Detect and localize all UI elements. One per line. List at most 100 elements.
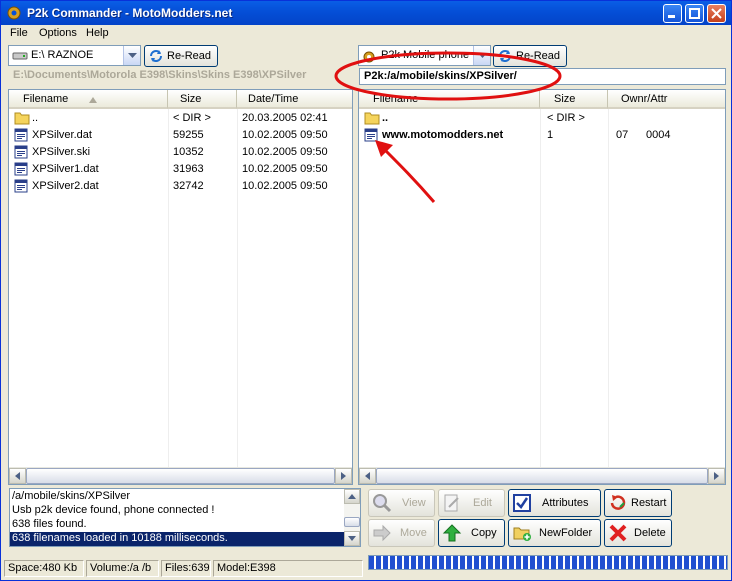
scroll-up-button[interactable] xyxy=(344,489,360,504)
log-line[interactable]: /a/mobile/skins/XPSilver xyxy=(12,490,130,504)
right-drive-value: P2k Mobile phone xyxy=(381,49,469,61)
right-col-owner-attr[interactable]: Ownr/Attr xyxy=(608,90,725,109)
left-file-list[interactable]: Filename Size Date/Time .. < DIR > 20.03.2… xyxy=(8,89,353,485)
log-vscrollbar[interactable] xyxy=(344,489,360,546)
right-col-size[interactable]: Size xyxy=(540,90,608,109)
file-icon xyxy=(14,179,28,193)
right-scroll-thumb[interactable] xyxy=(376,468,708,484)
menu-file[interactable]: File xyxy=(10,27,28,39)
chevron-up-icon xyxy=(348,494,356,499)
cell-datetime: 10.02.2005 09:50 xyxy=(242,146,328,158)
view-button[interactable]: View xyxy=(368,489,435,517)
scroll-down-button[interactable] xyxy=(344,531,360,546)
log-line[interactable]: Usb p2k device found, phone connected ! xyxy=(12,504,214,518)
scroll-left-button[interactable] xyxy=(9,468,26,484)
file-icon xyxy=(14,128,28,142)
minimize-button[interactable] xyxy=(663,4,682,23)
status-volume: Volume:/a /b xyxy=(86,560,159,577)
chevron-left-icon xyxy=(15,472,20,480)
left-scroll-thumb[interactable] xyxy=(26,468,335,484)
table-row[interactable]: www.motomodders.net 1 07 0004 xyxy=(359,127,725,144)
cell-filename: XPSilver2.dat xyxy=(32,180,99,192)
log-scroll-thumb[interactable] xyxy=(344,517,360,527)
view-label: View xyxy=(402,497,426,509)
cell-filename: XPSilver1.dat xyxy=(32,163,99,175)
left-reread-button[interactable]: Re-Read xyxy=(144,45,218,67)
newfolder-label: NewFolder xyxy=(539,527,593,539)
left-col-size[interactable]: Size xyxy=(168,90,237,109)
left-col-filename[interactable]: Filename xyxy=(9,90,168,109)
delete-label: Delete xyxy=(634,527,666,539)
drive-icon xyxy=(12,52,28,60)
title-bar[interactable]: P2k Commander - MotoModders.net xyxy=(1,1,731,25)
log-line-selected[interactable]: 638 filenames loaded in 10188 millisecon… xyxy=(10,532,345,546)
left-col-datetime[interactable]: Date/Time xyxy=(237,90,352,109)
attributes-button[interactable]: Attributes xyxy=(508,489,601,517)
left-drive-select[interactable]: E:\ RAZNOE xyxy=(8,45,141,66)
scroll-right-button[interactable] xyxy=(708,468,725,484)
right-reread-button[interactable]: Re-Read xyxy=(493,45,567,67)
newfolder-button[interactable]: NewFolder xyxy=(508,519,601,547)
right-col-size-label: Size xyxy=(554,93,576,105)
chevron-down-icon xyxy=(478,53,487,58)
left-hscrollbar[interactable] xyxy=(9,467,352,484)
sort-ascending-icon xyxy=(89,97,97,103)
table-row[interactable]: XPSilver1.dat 31963 10.02.2005 09:50 xyxy=(9,161,352,178)
log-list[interactable]: /a/mobile/skins/XPSilver Usb p2k device … xyxy=(9,488,361,547)
right-col-filename-label: Filename xyxy=(373,93,419,105)
cell-size: 32742 xyxy=(173,180,204,192)
right-drive-select[interactable]: P2k Mobile phone xyxy=(358,45,491,66)
folder-icon xyxy=(14,112,30,125)
table-row[interactable]: XPSilver.dat 59255 10.02.2005 09:50 xyxy=(9,127,352,144)
status-model: Model:E398 xyxy=(213,560,363,577)
table-row[interactable]: .. < DIR > 20.03.2005 02:41 xyxy=(9,110,352,127)
copy-button[interactable]: Copy xyxy=(438,519,505,547)
file-icon xyxy=(14,162,28,176)
app-window: P2k Commander - MotoModders.net File Opt… xyxy=(0,0,732,581)
right-drive-dropdown[interactable] xyxy=(473,46,490,65)
folder-icon xyxy=(364,112,380,125)
file-icon xyxy=(14,145,28,159)
move-label: Move xyxy=(400,527,427,539)
table-row[interactable]: XPSilver2.dat 32742 10.02.2005 09:50 xyxy=(9,178,352,195)
right-hscrollbar[interactable] xyxy=(359,467,725,484)
left-path: E:\Documents\Motorola E398\Skins\Skins E… xyxy=(9,68,353,85)
scroll-left-button[interactable] xyxy=(359,468,376,484)
left-col-datetime-label: Date/Time xyxy=(248,93,299,105)
up-arrow-icon xyxy=(442,524,462,542)
left-drive-dropdown[interactable] xyxy=(123,46,140,65)
gear-icon xyxy=(7,6,21,20)
table-row[interactable]: XPSilver.ski 10352 10.02.2005 09:50 xyxy=(9,144,352,161)
restart-button[interactable]: Restart xyxy=(604,489,672,517)
cell-owner: 07 xyxy=(616,129,629,141)
cell-size: < DIR > xyxy=(547,112,585,124)
menu-help[interactable]: Help xyxy=(86,27,109,39)
move-button[interactable]: Move xyxy=(368,519,435,547)
log-line[interactable]: 638 files found. xyxy=(12,518,87,532)
scroll-right-button[interactable] xyxy=(335,468,352,484)
checkbox-icon xyxy=(513,494,531,512)
progress-bar xyxy=(368,555,728,570)
close-icon xyxy=(711,8,722,19)
right-path-input[interactable]: P2k:/a/mobile/skins/XPSilver/ xyxy=(359,68,726,85)
new-folder-icon xyxy=(513,527,531,541)
close-button[interactable] xyxy=(707,4,726,23)
edit-label: Edit xyxy=(473,497,492,509)
cell-datetime: 20.03.2005 02:41 xyxy=(242,112,328,124)
left-drive-value: E:\ RAZNOE xyxy=(31,49,94,61)
chevron-left-icon xyxy=(365,472,370,480)
edit-document-icon xyxy=(444,494,459,512)
cell-size: < DIR > xyxy=(173,112,211,124)
table-row[interactable]: .. < DIR > xyxy=(359,110,725,127)
chevron-right-icon xyxy=(714,472,719,480)
right-col-filename[interactable]: Filename xyxy=(359,90,540,109)
chevron-right-icon xyxy=(341,472,346,480)
maximize-button[interactable] xyxy=(685,4,704,23)
right-file-list[interactable]: Filename Size Ownr/Attr .. < DIR > www.mot… xyxy=(358,89,726,485)
move-arrow-icon xyxy=(373,524,391,542)
delete-button[interactable]: Delete xyxy=(604,519,672,547)
cell-size: 31963 xyxy=(173,163,204,175)
edit-button[interactable]: Edit xyxy=(438,489,505,517)
menu-options[interactable]: Options xyxy=(39,27,77,39)
minimize-icon xyxy=(668,15,675,18)
